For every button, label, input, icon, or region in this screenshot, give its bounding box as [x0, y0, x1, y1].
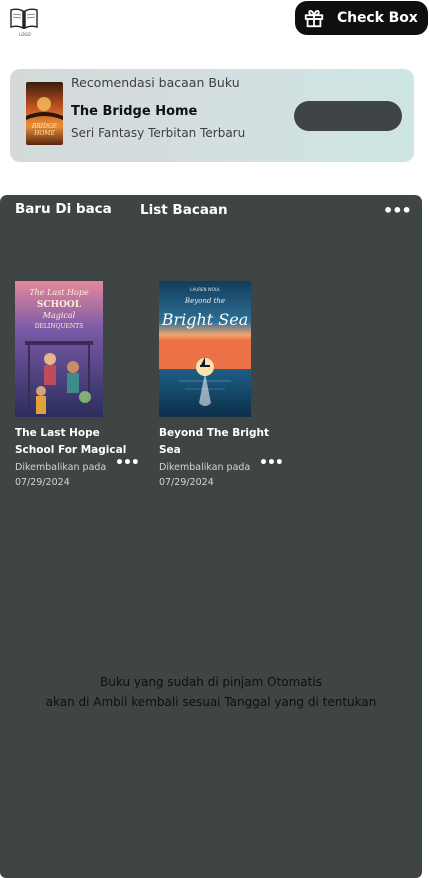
- svg-text:HOME: HOME: [33, 130, 55, 137]
- book-card[interactable]: The Last Hope SCHOOL Magical DELINQUENTS…: [15, 281, 140, 490]
- more-horizontal-icon[interactable]: •••: [115, 456, 140, 470]
- recommendation-heading: Recomendasi bacaan Buku: [71, 75, 240, 90]
- svg-text:The Last Hope: The Last Hope: [29, 288, 89, 297]
- book-return-label: Dikembalikan pada: [15, 462, 107, 473]
- svg-text:LAUREN WOLK: LAUREN WOLK: [190, 287, 220, 292]
- svg-text:BRIDGE: BRIDGE: [31, 123, 58, 130]
- book-return-label-row: Dikembalikan pada •••: [159, 456, 284, 475]
- book-title[interactable]: The Last Hope School For Magical: [15, 425, 133, 459]
- open-book-icon: [10, 8, 38, 30]
- logo-caption: LOGO: [19, 32, 31, 37]
- svg-text:DELINQUENTS: DELINQUENTS: [35, 323, 84, 330]
- book-cover[interactable]: LAUREN WOLK Beyond the Bright Sea: [159, 281, 251, 417]
- book-return-label-row: Dikembalikan pada •••: [15, 456, 140, 475]
- reading-panel: Baru Di baca List Bacaan ••• The Last Ho…: [0, 195, 422, 878]
- svg-text:Bright Sea: Bright Sea: [161, 310, 249, 329]
- check-box-label: Check Box: [337, 10, 418, 26]
- book-card[interactable]: LAUREN WOLK Beyond the Bright Sea Beyond…: [159, 281, 284, 490]
- book-cover[interactable]: The Last Hope SCHOOL Magical DELINQUENTS: [15, 281, 103, 417]
- tab-recently-read[interactable]: Baru Di baca: [15, 201, 112, 217]
- recommendation-book-cover[interactable]: BRIDGE HOME: [26, 82, 63, 145]
- more-horizontal-icon[interactable]: •••: [259, 456, 284, 470]
- book-title[interactable]: Beyond The Bright Sea: [159, 425, 277, 459]
- return-policy-notice: Buku yang sudah di pinjam Otomatis akan …: [0, 672, 422, 712]
- check-box-button[interactable]: Check Box: [295, 1, 428, 35]
- gift-icon: [303, 7, 325, 29]
- recommendation-card[interactable]: BRIDGE HOME Recomendasi bacaan Buku The …: [10, 69, 414, 162]
- logo: LOGO: [9, 6, 39, 37]
- notice-line: Buku yang sudah di pinjam Otomatis: [100, 675, 322, 689]
- svg-text:Beyond the: Beyond the: [184, 297, 225, 305]
- svg-text:Magical: Magical: [42, 311, 76, 320]
- book-return-label: Dikembalikan pada: [159, 462, 251, 473]
- book-return-date: 07/29/2024: [159, 477, 214, 488]
- more-horizontal-icon[interactable]: •••: [383, 203, 412, 219]
- recommendation-title[interactable]: The Bridge Home: [71, 104, 197, 119]
- notice-line: akan di Ambil kembali sesuai Tanggal yan…: [45, 695, 377, 709]
- book-return-date: 07/29/2024: [15, 477, 70, 488]
- tab-reading-list[interactable]: List Bacaan: [140, 202, 228, 218]
- svg-text:SCHOOL: SCHOOL: [37, 300, 82, 310]
- recommendation-subtitle: Seri Fantasy Terbitan Terbaru: [71, 126, 246, 140]
- recommendation-action-button[interactable]: [294, 101, 402, 131]
